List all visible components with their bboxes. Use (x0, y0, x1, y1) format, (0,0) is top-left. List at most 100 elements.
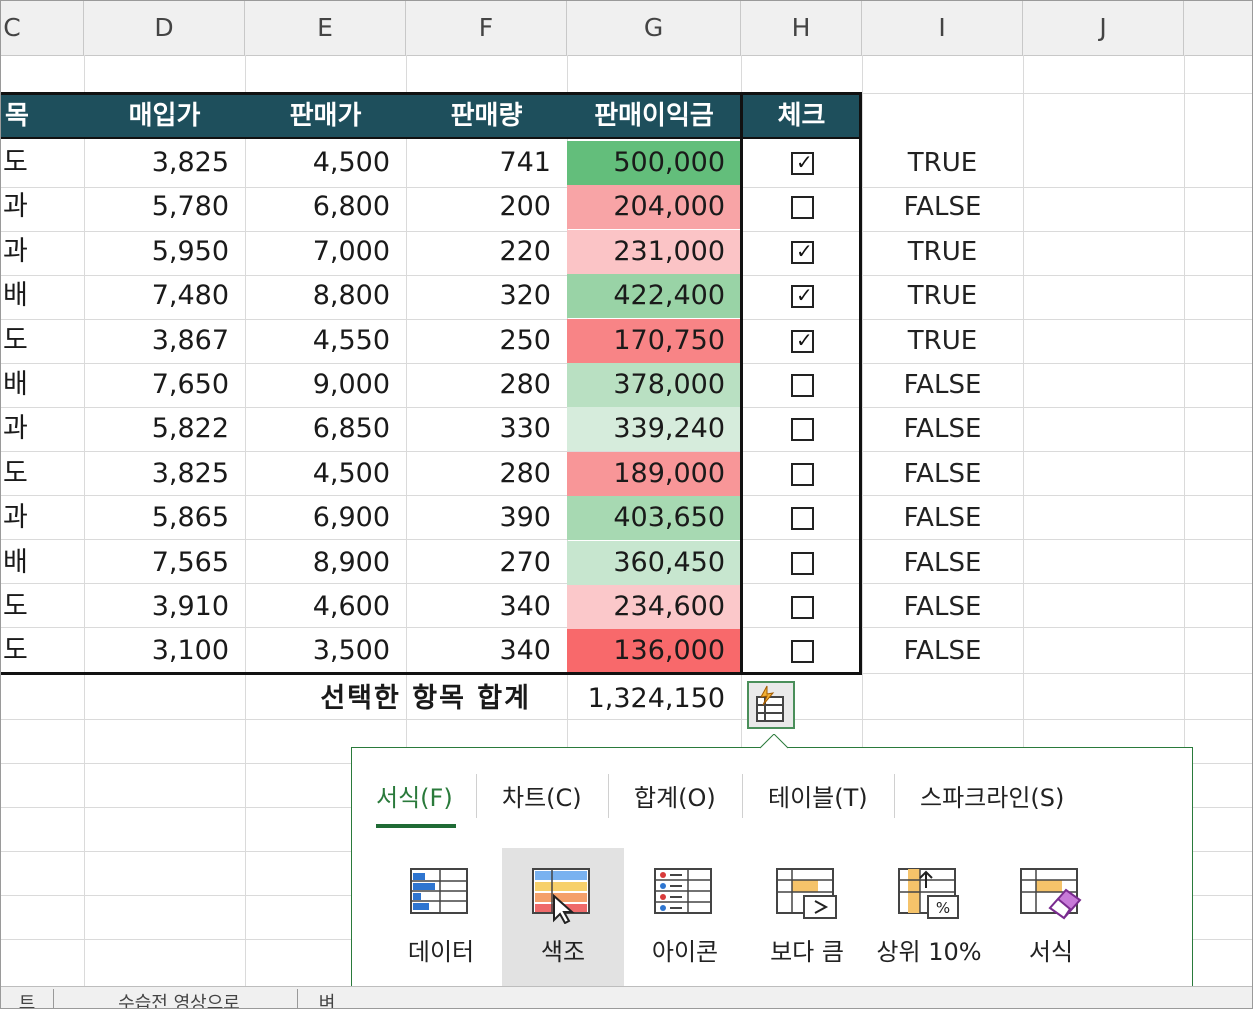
tab-chart[interactable]: 차트(C) (502, 778, 582, 813)
cell-sale-price[interactable]: 6,900 (245, 496, 406, 540)
column-header-g[interactable]: G (567, 1, 741, 55)
cell-purchase-price[interactable]: 3,867 (84, 319, 245, 363)
sheet-tab-1[interactable]: 트 (1, 989, 54, 1008)
cell-boolean[interactable]: FALSE (862, 185, 1023, 229)
header-purchase-price[interactable]: 매입가 (84, 94, 245, 138)
checkbox-unchecked[interactable] (791, 463, 814, 486)
sheet-tab-3[interactable]: 벼 (305, 989, 349, 1008)
cell-purchase-price[interactable]: 3,825 (84, 141, 245, 185)
cell-item[interactable]: 배 (1, 274, 84, 318)
cell-item[interactable]: 배 (1, 541, 84, 585)
checkbox-unchecked[interactable] (791, 196, 814, 219)
tool-color-scale[interactable]: 색조 (502, 848, 624, 996)
cell-sales-qty[interactable]: 270 (406, 541, 567, 585)
column-header-h[interactable]: H (741, 1, 862, 55)
tool-top-10[interactable]: % 상위 10% (868, 848, 990, 996)
cell-profit[interactable]: 378,000 (567, 363, 741, 407)
cell-item[interactable]: 도 (1, 452, 84, 496)
header-check[interactable]: 체크 (741, 94, 862, 138)
cell-sales-qty[interactable]: 220 (406, 230, 567, 274)
checkbox-checked[interactable]: ✓ (791, 283, 814, 308)
cell-sales-qty[interactable]: 741 (406, 141, 567, 185)
cell-boolean[interactable]: FALSE (862, 452, 1023, 496)
tab-format[interactable]: 서식(F) (376, 778, 453, 813)
cell-boolean[interactable]: TRUE (862, 274, 1023, 318)
cell-profit[interactable]: 231,000 (567, 230, 741, 274)
checkbox-checked[interactable]: ✓ (791, 239, 814, 264)
column-header-e[interactable]: E (245, 1, 406, 55)
cell-profit[interactable]: 422,400 (567, 274, 741, 318)
cell-sale-price[interactable]: 8,800 (245, 274, 406, 318)
cell-boolean[interactable]: FALSE (862, 541, 1023, 585)
cell-sale-price[interactable]: 4,600 (245, 585, 406, 629)
tool-data-bars[interactable]: 데이터 (380, 848, 502, 996)
cell-purchase-price[interactable]: 3,910 (84, 585, 245, 629)
cell-purchase-price[interactable]: 7,565 (84, 541, 245, 585)
cell-sales-qty[interactable]: 200 (406, 185, 567, 229)
header-sales-qty[interactable]: 판매량 (406, 94, 567, 138)
cell-purchase-price[interactable]: 5,950 (84, 230, 245, 274)
header-item[interactable]: 목 (1, 94, 84, 138)
tool-icon-set[interactable]: 아이콘 (624, 848, 746, 996)
checkbox-unchecked[interactable] (791, 596, 814, 619)
column-header-f[interactable]: F (406, 1, 567, 55)
cell-profit[interactable]: 234,600 (567, 585, 741, 629)
sheet-tab-2[interactable]: 수습전 영상으로 (61, 989, 298, 1008)
checkbox-checked[interactable]: ✓ (791, 328, 814, 353)
header-sale-price[interactable]: 판매가 (245, 94, 406, 138)
tool-greater-than[interactable]: 보다 큼 (746, 848, 868, 996)
cell-item[interactable]: 과 (1, 496, 84, 540)
checkbox-unchecked[interactable] (791, 507, 814, 530)
cell-item[interactable]: 도 (1, 141, 84, 185)
cell-profit[interactable]: 204,000 (567, 185, 741, 229)
cell-sales-qty[interactable]: 280 (406, 363, 567, 407)
cell-sale-price[interactable]: 6,800 (245, 185, 406, 229)
column-header-i[interactable]: I (862, 1, 1023, 55)
cell-boolean[interactable]: TRUE (862, 141, 1023, 185)
cell-purchase-price[interactable]: 3,825 (84, 452, 245, 496)
cell-item[interactable]: 배 (1, 363, 84, 407)
tab-totals[interactable]: 합계(O) (634, 778, 716, 813)
cell-boolean[interactable]: TRUE (862, 230, 1023, 274)
cell-sale-price[interactable]: 4,500 (245, 452, 406, 496)
cell-item[interactable]: 도 (1, 629, 84, 673)
tab-tables[interactable]: 테이블(T) (768, 778, 868, 813)
quick-analysis-button[interactable] (747, 681, 795, 729)
cell-sales-qty[interactable]: 280 (406, 452, 567, 496)
cell-sale-price[interactable]: 7,000 (245, 230, 406, 274)
cell-profit[interactable]: 360,450 (567, 541, 741, 585)
cell-sales-qty[interactable]: 340 (406, 629, 567, 673)
cell-boolean[interactable]: FALSE (862, 496, 1023, 540)
cell-boolean[interactable]: FALSE (862, 629, 1023, 673)
cell-sales-qty[interactable]: 340 (406, 585, 567, 629)
cell-profit[interactable]: 136,000 (567, 629, 741, 673)
cell-item[interactable]: 과 (1, 230, 84, 274)
cell-purchase-price[interactable]: 5,822 (84, 407, 245, 451)
cell-sales-qty[interactable]: 390 (406, 496, 567, 540)
tool-clear-format[interactable]: 서식 (990, 848, 1112, 996)
cell-item[interactable]: 도 (1, 319, 84, 363)
checkbox-unchecked[interactable] (791, 418, 814, 441)
cell-boolean[interactable]: FALSE (862, 363, 1023, 407)
cell-profit[interactable]: 500,000 (567, 141, 741, 185)
cell-purchase-price[interactable]: 5,780 (84, 185, 245, 229)
cell-sales-qty[interactable]: 320 (406, 274, 567, 318)
tab-sparklines[interactable]: 스파크라인(S) (920, 778, 1064, 813)
cell-profit[interactable]: 170,750 (567, 319, 741, 363)
column-header-j[interactable]: J (1023, 1, 1184, 55)
cell-sale-price[interactable]: 4,550 (245, 319, 406, 363)
cell-item[interactable]: 과 (1, 407, 84, 451)
cell-sales-qty[interactable]: 250 (406, 319, 567, 363)
cell-profit[interactable]: 189,000 (567, 452, 741, 496)
cell-item[interactable]: 도 (1, 585, 84, 629)
header-profit[interactable]: 판매이익금 (567, 94, 741, 138)
cell-purchase-price[interactable]: 3,100 (84, 629, 245, 673)
cell-profit[interactable]: 339,240 (567, 407, 741, 451)
summary-value[interactable]: 1,324,150 (567, 677, 741, 721)
cell-sale-price[interactable]: 3,500 (245, 629, 406, 673)
cell-profit[interactable]: 403,650 (567, 496, 741, 540)
column-header-d[interactable]: D (84, 1, 245, 55)
checkbox-unchecked[interactable] (791, 374, 814, 397)
column-header-c[interactable]: C (1, 1, 84, 55)
cell-sales-qty[interactable]: 330 (406, 407, 567, 451)
